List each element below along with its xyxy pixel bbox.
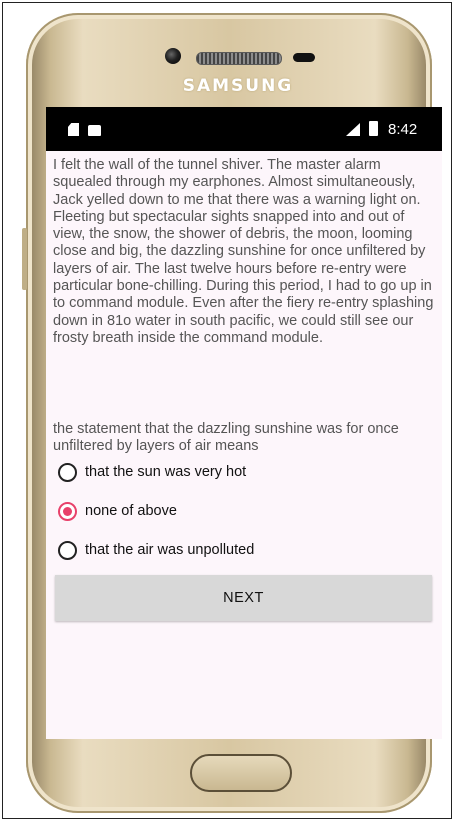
option-air-unpolluted[interactable]: that the air was unpolluted [58, 537, 254, 563]
sim-icon [68, 123, 79, 136]
proximity-sensor [293, 53, 315, 62]
signal-icon [346, 123, 360, 136]
battery-icon [369, 121, 378, 136]
radio-button-selected[interactable] [58, 501, 77, 521]
question-text: the statement that the dazzling sunshine… [53, 421, 399, 455]
status-time: 8:42 [388, 121, 418, 138]
option-label: that the air was unpolluted [85, 542, 255, 558]
home-button[interactable] [190, 754, 292, 792]
android-icon [88, 125, 101, 136]
volume-button [22, 228, 27, 290]
radio-button[interactable] [58, 462, 77, 482]
app-screen: 8:42 I felt the wall of the tunnel shive… [46, 107, 442, 739]
reading-passage: I felt the wall of the tunnel shiver. Th… [53, 157, 434, 346]
option-label: none of above [85, 503, 177, 519]
radio-button[interactable] [58, 540, 77, 560]
front-camera [165, 48, 181, 64]
status-bar: 8:42 [46, 107, 442, 151]
option-sun-very-hot[interactable]: that the sun was very hot [58, 459, 246, 485]
option-label: that the sun was very hot [85, 464, 247, 480]
earpiece-speaker [196, 52, 282, 65]
brand-logo: SAMSUNG [182, 76, 294, 96]
option-none-of-above[interactable]: none of above [58, 498, 177, 524]
next-button[interactable]: NEXT [55, 575, 432, 621]
